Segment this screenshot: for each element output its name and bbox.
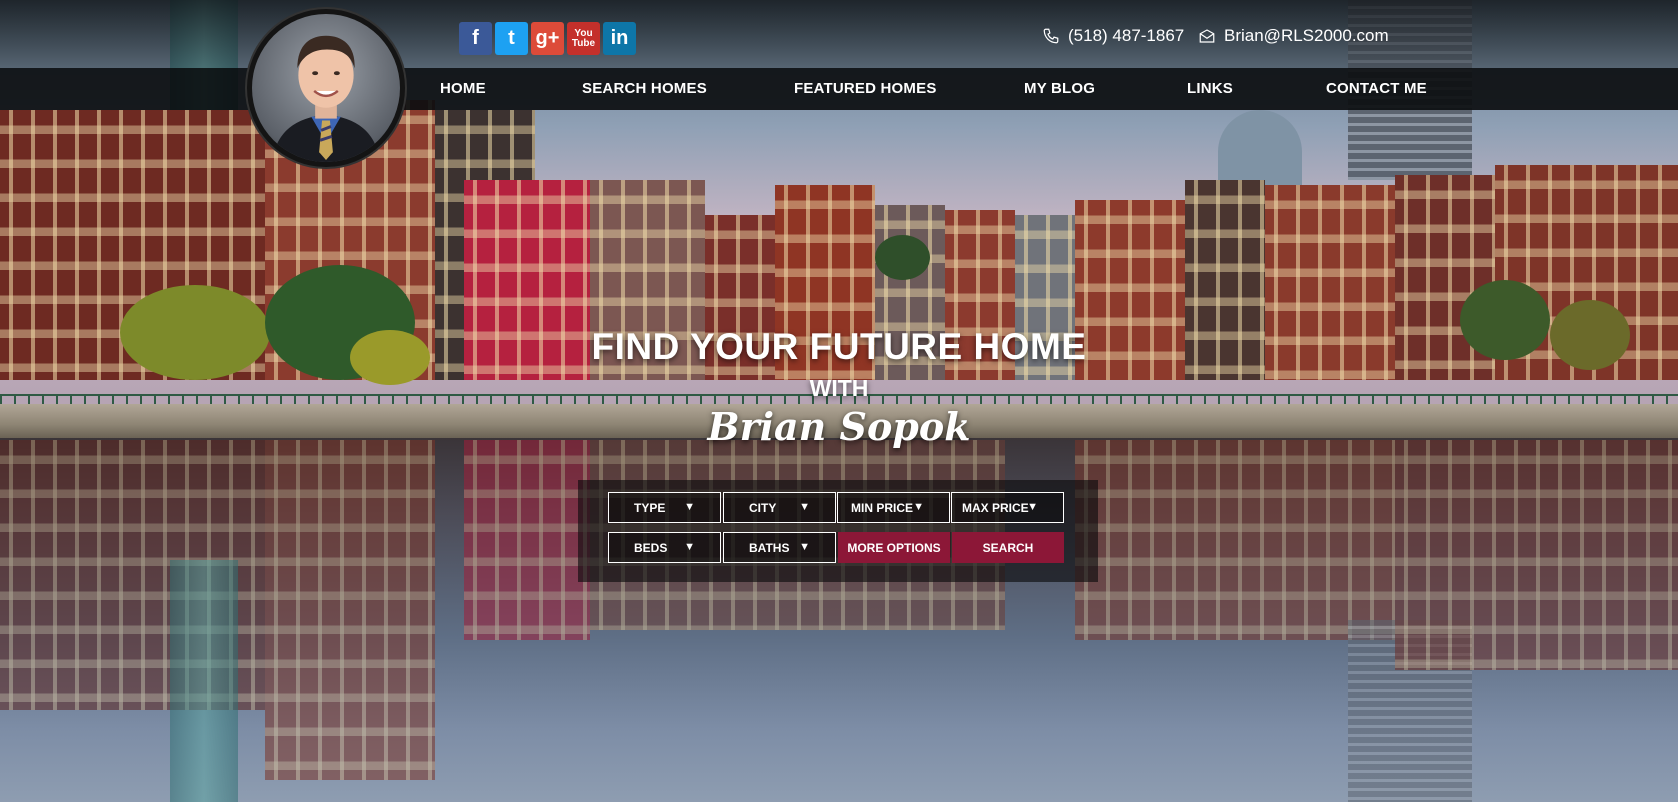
beds-select[interactable]: BEDS ▼ xyxy=(608,532,721,563)
property-search-form: TYPE ▼ CITY ▼ MIN PRICE ▼ MAX PRICE ▼ BE… xyxy=(578,480,1098,582)
more-options-button[interactable]: MORE OPTIONS xyxy=(838,532,950,563)
max-price-select[interactable]: MAX PRICE ▼ xyxy=(951,492,1064,523)
twitter-glyph: t xyxy=(508,27,515,49)
linkedin-icon[interactable]: in xyxy=(603,22,636,55)
nav-search-homes[interactable]: SEARCH HOMES xyxy=(582,80,707,97)
chevron-down-icon: ▼ xyxy=(913,501,924,513)
envelope-icon xyxy=(1199,29,1215,43)
youtube-icon[interactable]: You Tube xyxy=(567,22,600,55)
reflection xyxy=(170,560,238,802)
phone-number[interactable]: (518) 487-1867 xyxy=(1068,26,1184,46)
type-select[interactable]: TYPE ▼ xyxy=(608,492,721,523)
agent-avatar xyxy=(247,9,405,167)
chevron-down-icon: ▼ xyxy=(799,541,810,553)
search-button[interactable]: SEARCH xyxy=(952,532,1064,563)
phone-contact[interactable]: (518) 487-1867 xyxy=(1042,26,1184,46)
youtube-glyph: You Tube xyxy=(571,27,596,49)
city-select[interactable]: CITY ▼ xyxy=(723,492,836,523)
hero-title: FIND YOUR FUTURE HOME xyxy=(591,326,1087,367)
nav-home[interactable]: HOME xyxy=(440,80,486,97)
chevron-down-icon: ▼ xyxy=(799,501,810,513)
nav-featured-homes[interactable]: FEATURED HOMES xyxy=(794,80,937,97)
chevron-down-icon: ▼ xyxy=(684,541,695,553)
nav-contact-me[interactable]: CONTACT ME xyxy=(1326,80,1427,97)
google-plus-glyph: g+ xyxy=(535,27,560,49)
nav-links[interactable]: LINKS xyxy=(1187,80,1233,97)
hero-subtitle: WITH xyxy=(809,375,869,401)
chevron-down-icon: ▼ xyxy=(1027,501,1038,513)
min-price-select[interactable]: MIN PRICE ▼ xyxy=(837,492,950,523)
reflection xyxy=(464,440,590,640)
city-select-label: CITY xyxy=(749,500,777,515)
twitter-icon[interactable]: t xyxy=(495,22,528,55)
email-contact[interactable]: Brian@RLS2000.com xyxy=(1198,26,1389,46)
email-address[interactable]: Brian@RLS2000.com xyxy=(1224,26,1389,46)
min-price-select-label: MIN PRICE xyxy=(851,500,914,515)
type-select-label: TYPE xyxy=(634,500,666,515)
phone-icon xyxy=(1043,28,1059,44)
facebook-icon[interactable]: f xyxy=(459,22,492,55)
reflection xyxy=(1075,440,1395,640)
social-links: f t g+ You Tube in xyxy=(459,22,636,55)
nav-my-blog[interactable]: MY BLOG xyxy=(1024,80,1095,97)
tree xyxy=(875,235,930,280)
linkedin-glyph: in xyxy=(610,27,629,49)
reflection xyxy=(265,440,435,780)
google-plus-icon[interactable]: g+ xyxy=(531,22,564,55)
chevron-down-icon: ▼ xyxy=(684,501,695,513)
baths-select[interactable]: BATHS ▼ xyxy=(723,532,836,563)
facebook-glyph: f xyxy=(472,27,479,49)
max-price-select-label: MAX PRICE xyxy=(962,500,1029,515)
beds-select-label: BEDS xyxy=(634,540,668,555)
baths-select-label: BATHS xyxy=(749,540,790,555)
agent-name: Brian Sopok xyxy=(707,404,971,449)
reflection xyxy=(1395,440,1678,670)
